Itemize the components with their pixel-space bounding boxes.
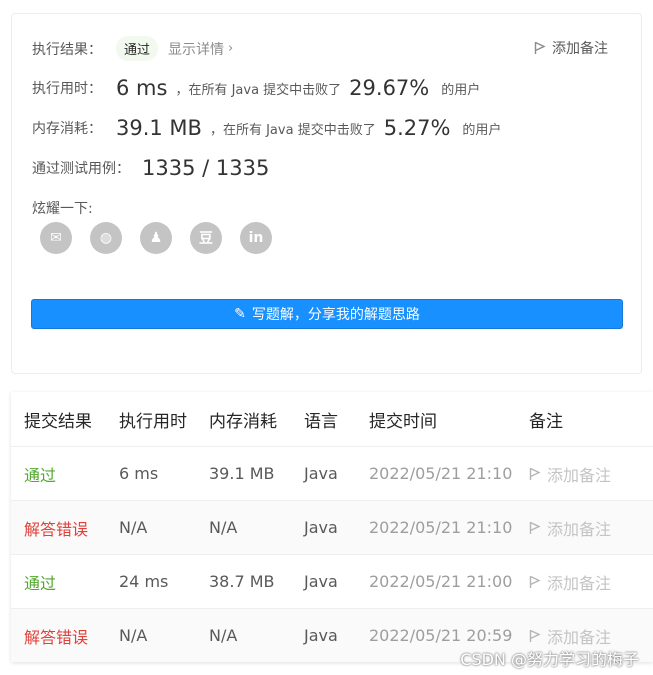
row-language: Java xyxy=(304,464,338,483)
table-row: 通过 6 ms 39.1 MB Java 2022/05/21 21:10 添加… xyxy=(11,446,653,500)
row-language: Java xyxy=(304,626,338,645)
row-result[interactable]: 通过 xyxy=(11,570,106,594)
runtime-value: 6 ms xyxy=(116,76,168,100)
header-note: 备注 xyxy=(529,411,563,432)
row-submitted: 2022/05/21 21:00 xyxy=(369,572,513,591)
table-row: 解答错误 N/A N/A Java 2022/05/21 21:10 添加备注 xyxy=(11,500,653,554)
memory-label: 内存消耗： xyxy=(32,121,102,137)
share-row: 炫耀一下: xyxy=(32,198,93,218)
write-solution-button[interactable]: ✎ 写题解，分享我的解题思路 xyxy=(31,299,623,329)
memory-value: 39.1 MB xyxy=(116,116,202,140)
flag-icon xyxy=(529,521,541,534)
memory-row: 内存消耗： 39.1 MB ，在所有 Java 提交中击败了 5.27% 的用户 xyxy=(32,116,501,140)
qq-icon[interactable]: ♟ xyxy=(140,222,172,254)
result-badge: 通过 xyxy=(116,36,159,61)
watermark: CSDN @努力学习的梅子 xyxy=(460,650,639,669)
row-submitted: 2022/05/21 21:10 xyxy=(369,464,513,483)
row-result[interactable]: 解答错误 xyxy=(11,624,106,648)
header-submitted: 提交时间 xyxy=(369,411,437,432)
row-result[interactable]: 通过 xyxy=(11,462,106,486)
flag-icon xyxy=(529,467,541,480)
row-memory: 38.7 MB xyxy=(209,572,275,591)
row-note-label: 添加备注 xyxy=(547,465,612,485)
row-runtime: N/A xyxy=(119,518,148,537)
memory-suffix: 的用户 xyxy=(462,122,502,138)
row-runtime: N/A xyxy=(119,626,148,645)
add-note-button[interactable]: 添加备注 xyxy=(534,38,608,58)
row-language: Java xyxy=(304,572,338,591)
runtime-suffix: 的用户 xyxy=(441,82,481,98)
table-header: 提交结果 执行用时 内存消耗 语言 提交时间 备注 xyxy=(11,392,653,446)
row-result[interactable]: 解答错误 xyxy=(11,516,106,540)
show-details-link[interactable]: 显示详情 › xyxy=(168,39,233,59)
header-language: 语言 xyxy=(304,411,338,432)
row-submitted: 2022/05/21 21:10 xyxy=(369,518,513,537)
row-runtime: 24 ms xyxy=(119,572,169,591)
flag-icon xyxy=(529,629,541,642)
row-language: Java xyxy=(304,518,338,537)
linkedin-icon[interactable]: in xyxy=(240,222,272,254)
result-card: 执行结果： 通过 显示详情 › 添加备注 执行用时： 6 ms ，在所有 Jav… xyxy=(11,13,642,374)
testcase-value: 1335 / 1335 xyxy=(142,156,270,180)
header-runtime: 执行用时 xyxy=(119,411,187,432)
row-add-note-button[interactable]: 添加备注 xyxy=(516,516,653,540)
testcase-label: 通过测试用例： xyxy=(32,161,130,177)
row-add-note-button[interactable]: 添加备注 xyxy=(516,462,653,486)
row-note-label: 添加备注 xyxy=(547,573,612,593)
chevron-right-icon: › xyxy=(228,41,234,56)
runtime-row: 执行用时： 6 ms ，在所有 Java 提交中击败了 29.67% 的用户 xyxy=(32,76,480,100)
wechat-icon[interactable]: ✉ xyxy=(40,222,72,254)
runtime-beat-text: ，在所有 Java 提交中击败了 xyxy=(175,82,342,98)
testcase-row: 通过测试用例： 1335 / 1335 xyxy=(32,156,277,180)
row-add-note-button[interactable]: 添加备注 xyxy=(516,624,653,648)
add-note-label: 添加备注 xyxy=(552,41,608,57)
row-memory: N/A xyxy=(209,626,238,645)
share-label: 炫耀一下: xyxy=(32,201,93,217)
runtime-percent: 29.67% xyxy=(349,76,430,100)
row-add-note-button[interactable]: 添加备注 xyxy=(516,570,653,594)
memory-beat-text: ，在所有 Java 提交中击败了 xyxy=(209,122,376,138)
header-memory: 内存消耗 xyxy=(209,411,277,432)
flag-icon xyxy=(534,41,546,54)
row-memory: N/A xyxy=(209,518,238,537)
douban-icon[interactable]: 豆 xyxy=(190,222,222,254)
share-icons: ✉ ◍ ♟ 豆 in xyxy=(40,222,272,254)
weibo-icon[interactable]: ◍ xyxy=(90,222,122,254)
submissions-table: 提交结果 执行用时 内存消耗 语言 提交时间 备注 通过 6 ms 39.1 M… xyxy=(11,392,653,662)
memory-percent: 5.27% xyxy=(383,116,451,140)
row-note-label: 添加备注 xyxy=(547,519,612,539)
runtime-label: 执行用时： xyxy=(32,81,102,97)
flag-icon xyxy=(529,575,541,588)
result-label: 执行结果： xyxy=(32,41,102,58)
result-row: 执行结果： 通过 显示详情 › xyxy=(32,36,233,61)
row-memory: 39.1 MB xyxy=(209,464,275,483)
show-details-label: 显示详情 xyxy=(168,41,225,58)
row-runtime: 6 ms xyxy=(119,464,159,483)
header-result: 提交结果 xyxy=(24,411,92,432)
write-solution-label: 写题解，分享我的解题思路 xyxy=(251,307,420,323)
pencil-icon: ✎ xyxy=(234,306,246,322)
table-row: 通过 24 ms 38.7 MB Java 2022/05/21 21:00 添… xyxy=(11,554,653,608)
row-note-label: 添加备注 xyxy=(547,627,612,647)
row-submitted: 2022/05/21 20:59 xyxy=(369,626,513,645)
